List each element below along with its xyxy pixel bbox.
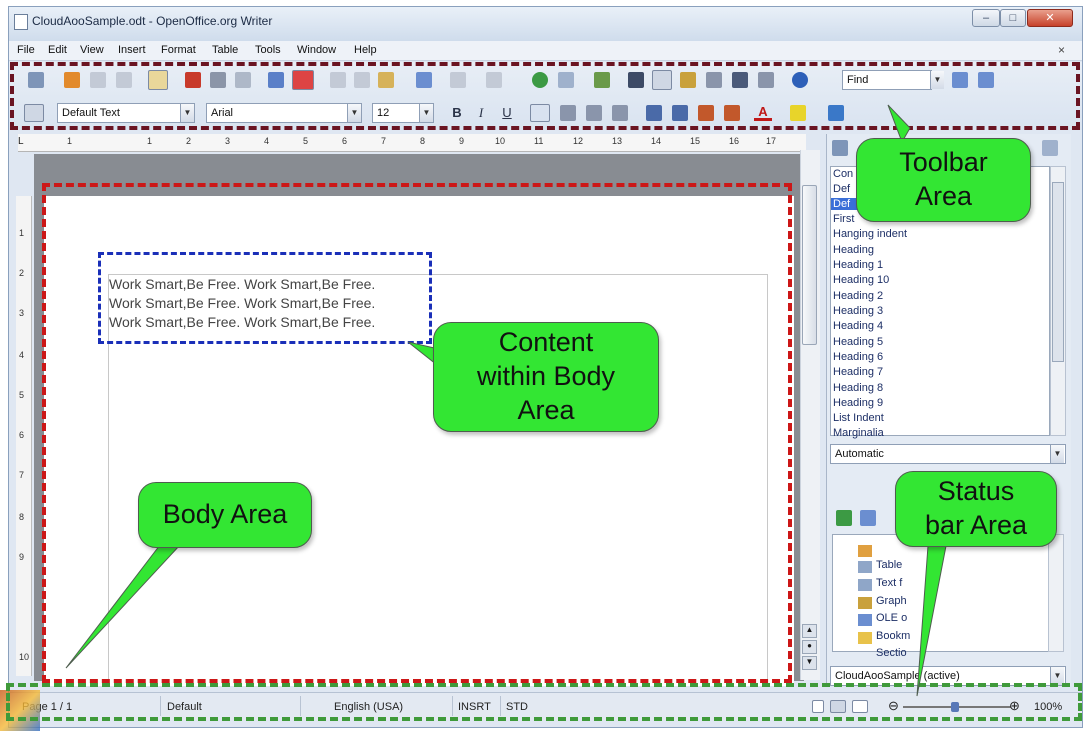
status-bar-area-callout: Status bar Area: [895, 471, 1057, 547]
status-callout-tail: [916, 545, 947, 697]
body-callout-tail: [65, 544, 182, 669]
content-area-callout: Content within Body Area: [433, 322, 659, 432]
toolbar-area-callout: Toolbar Area: [856, 138, 1031, 222]
toolbar-callout-tail: [887, 104, 911, 144]
body-area-callout: Body Area: [138, 482, 312, 548]
